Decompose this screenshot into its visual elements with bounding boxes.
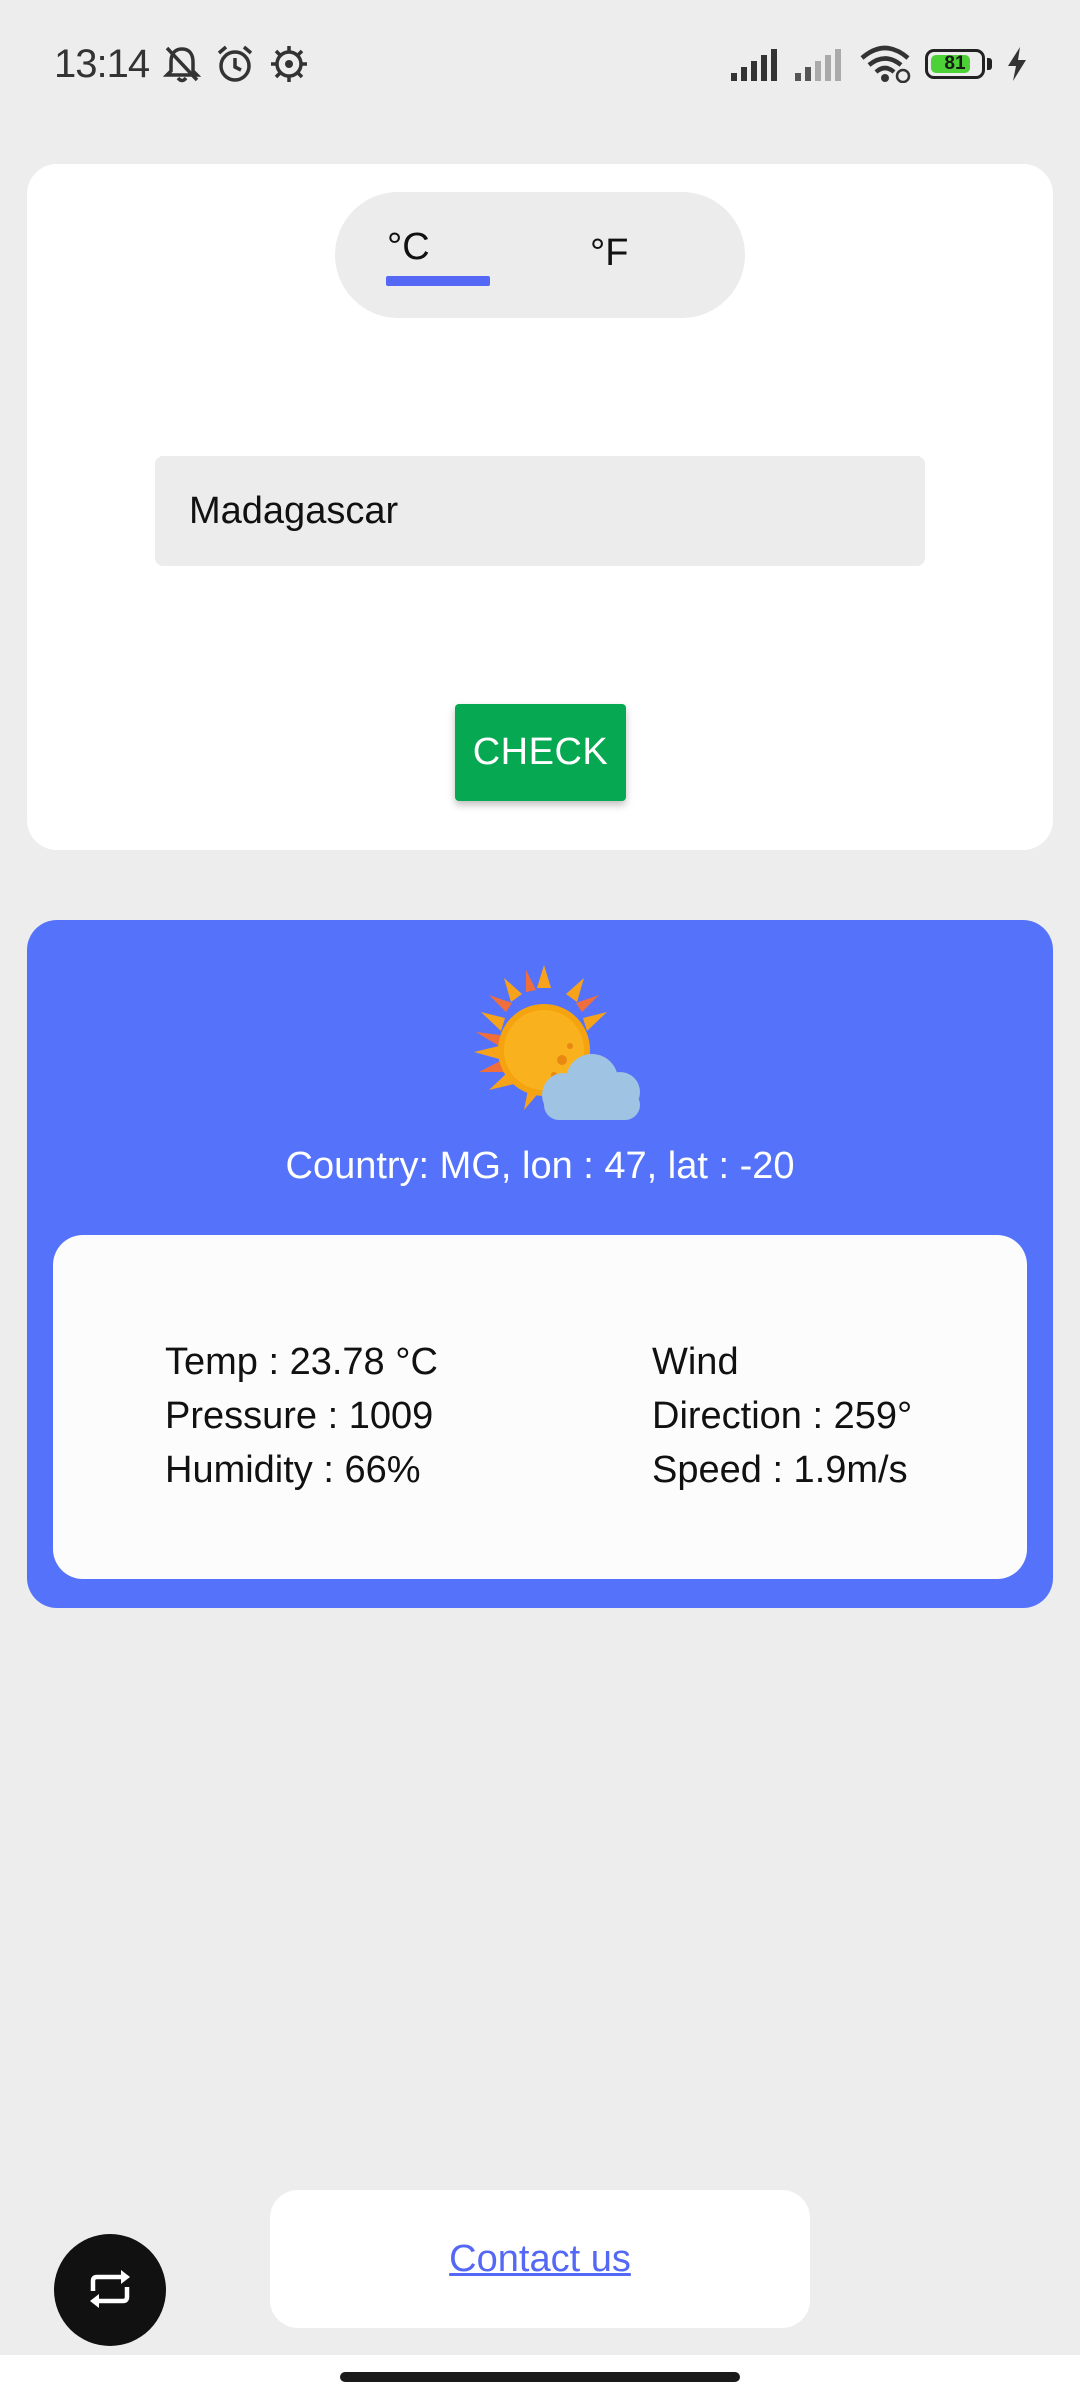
- repeat-icon: [85, 2269, 135, 2312]
- temperature-text: Temp : 23.78 °C: [165, 1341, 438, 1383]
- charging-bolt-icon: [1006, 46, 1028, 82]
- battery-tip: [987, 58, 992, 70]
- unit-toggle: °C °F: [335, 192, 745, 318]
- weather-details-card: Temp : 23.78 °C Pressure : 1009 Humidity…: [53, 1235, 1027, 1579]
- bell-muted-icon: [163, 44, 202, 84]
- settings-gear-icon: [269, 44, 309, 84]
- alarm-icon: [215, 44, 255, 84]
- contact-us-link[interactable]: Contact us: [449, 2238, 631, 2281]
- refresh-button[interactable]: [54, 2234, 166, 2346]
- battery-icon: 81: [925, 49, 985, 79]
- check-button[interactable]: CHECK: [455, 704, 626, 801]
- humidity-text: Humidity : 66%: [165, 1449, 421, 1491]
- conditions-column: Temp : 23.78 °C Pressure : 1009 Humidity…: [165, 1335, 438, 1497]
- signal-weak-icon: [795, 47, 845, 81]
- search-card: °C °F CHECK: [27, 164, 1053, 850]
- celsius-tab[interactable]: °C: [387, 226, 430, 269]
- status-bar: 13:14 81: [0, 0, 1080, 128]
- battery-level: 81: [944, 53, 966, 74]
- location-text: Country: MG, lon : 47, lat : -20: [285, 1145, 795, 1187]
- wifi-icon: [859, 45, 911, 83]
- wind-column: Wind Direction : 259° Speed : 1.9m/s: [652, 1335, 912, 1497]
- contact-card: Contact us: [270, 2190, 810, 2328]
- selected-unit-indicator: [386, 276, 490, 286]
- weather-card: Country: MG, lon : 47, lat : -20 Temp : …: [27, 920, 1053, 1608]
- status-time: 13:14: [54, 41, 150, 86]
- sun-behind-cloud-icon: [444, 960, 644, 1140]
- wind-heading: Wind: [652, 1341, 739, 1383]
- pressure-text: Pressure : 1009: [165, 1395, 434, 1437]
- wind-direction-text: Direction : 259°: [652, 1395, 913, 1437]
- status-right: 81: [731, 45, 1028, 83]
- country-input[interactable]: [155, 456, 925, 566]
- fahrenheit-tab[interactable]: °F: [590, 232, 628, 275]
- status-left: 13:14: [54, 42, 309, 87]
- wind-speed-text: Speed : 1.9m/s: [652, 1449, 908, 1491]
- signal-full-icon: [731, 47, 781, 81]
- home-indicator[interactable]: [340, 2372, 740, 2382]
